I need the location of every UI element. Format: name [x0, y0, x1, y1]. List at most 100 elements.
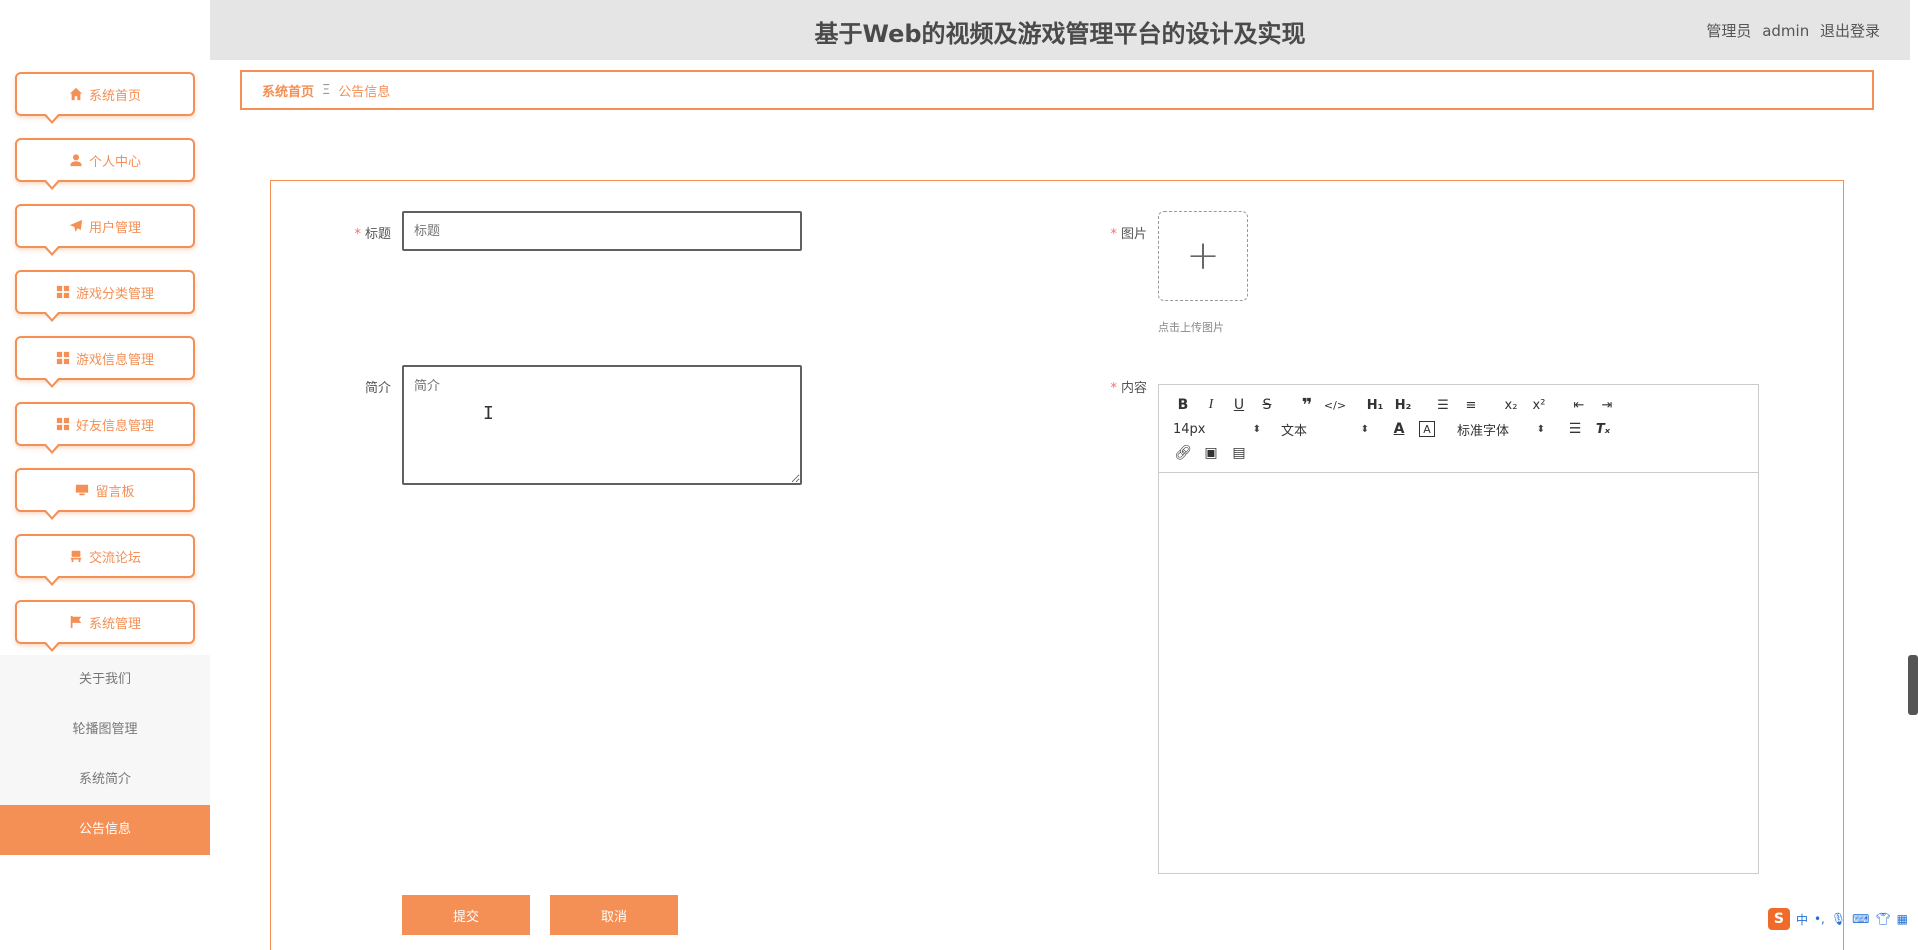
align-icon[interactable]: ☰ [1561, 417, 1589, 441]
outdent-icon[interactable]: ⇤ [1565, 393, 1593, 417]
microphone-icon[interactable]: 🎙︎ [1831, 912, 1846, 926]
font-size-value: 14px [1173, 422, 1206, 437]
intro-label: 简介 [291, 377, 391, 396]
submenu-item-carousel[interactable]: 轮播图管理 [0, 705, 210, 755]
plus-icon: + [1186, 236, 1220, 276]
sidebar-item-label: 游戏分类管理 [76, 283, 154, 302]
italic-icon[interactable]: I [1197, 393, 1225, 417]
code-icon[interactable]: </> [1321, 393, 1349, 417]
sidebar-item-label: 个人中心 [89, 151, 141, 170]
upload-tip: 点击上传图片 [1158, 319, 1224, 335]
intro-textarea[interactable] [402, 365, 802, 485]
sidebar-item-system[interactable]: 系统管理 [15, 600, 195, 644]
system-submenu: 关于我们 轮播图管理 系统简介 公告信息 [0, 655, 210, 855]
subscript-icon[interactable]: x₂ [1497, 393, 1525, 417]
blockquote-icon[interactable]: ❞ [1293, 393, 1321, 417]
clear-format-icon[interactable]: Tₓ [1589, 417, 1617, 441]
font-family-select[interactable]: 标准字体⬍ [1453, 417, 1549, 441]
content-label-text: 内容 [1121, 381, 1147, 396]
select-arrows-icon: ⬍ [1253, 424, 1261, 435]
heading1-icon[interactable]: H₁ [1361, 393, 1389, 417]
submenu-item-about[interactable]: 关于我们 [0, 655, 210, 705]
sogou-logo-icon: S [1768, 908, 1790, 930]
title-label: * 标题 [291, 223, 391, 242]
paper-plane-icon [69, 219, 83, 233]
grid-icon [56, 417, 70, 431]
monitor-icon [75, 483, 89, 497]
editor-toolbar: B I U S ❞ </> H₁ H₂ ☰ ≡ x₂ x² ⇤ ⇥ [1159, 385, 1758, 473]
grid-menu-icon[interactable]: ▦ [1897, 912, 1908, 926]
text-cursor-icon: I [483, 403, 494, 424]
block-type-value: 文本 [1281, 420, 1307, 439]
editor-content-area[interactable] [1159, 474, 1758, 873]
background-color-icon[interactable]: A [1419, 421, 1435, 437]
sidebar-item-profile[interactable]: 个人中心 [15, 138, 195, 182]
block-type-select[interactable]: 文本 ⬍ [1277, 417, 1373, 441]
sidebar-item-home[interactable]: 系统首页 [15, 72, 195, 116]
sidebar-item-game-category[interactable]: 游戏分类管理 [15, 270, 195, 314]
chinese-mode-icon[interactable]: 中 [1796, 911, 1808, 928]
link-icon[interactable]: 🔗︎ [1169, 441, 1197, 465]
grid-icon [56, 285, 70, 299]
required-mark: * [1110, 381, 1117, 396]
breadcrumb-home[interactable]: 系统首页 [262, 81, 314, 100]
sidebar-item-label: 好友信息管理 [76, 415, 154, 434]
sidebar-item-users[interactable]: 用户管理 [15, 204, 195, 248]
sidebar-item-game-info[interactable]: 游戏信息管理 [15, 336, 195, 380]
page-title: 基于Web的视频及游戏管理平台的设计及实现 [210, 14, 1910, 49]
sidebar-item-label: 用户管理 [89, 217, 141, 236]
scrollbar-thumb[interactable] [1908, 655, 1918, 715]
underline-icon[interactable]: U [1225, 393, 1253, 417]
chair-icon [69, 549, 83, 563]
breadcrumb-separator: Ξ [322, 83, 330, 98]
submenu-item-announcements[interactable]: 公告信息 [0, 805, 210, 855]
select-arrows-icon: ⬍ [1361, 424, 1369, 435]
breadcrumb: 系统首页 Ξ 公告信息 [240, 70, 1874, 110]
content-label: * 内容 [1047, 377, 1147, 396]
skin-icon[interactable]: 👕︎ [1875, 912, 1890, 926]
announcement-form: * 标题 简介 I * 图片 + 点击上传图片 * 内容 B I U S ❞ </> … [270, 180, 1844, 950]
indent-icon[interactable]: ⇥ [1593, 393, 1621, 417]
ime-toolbar: S 中 •, 🎙︎ ⌨ 👕︎ ▦ [1768, 908, 1908, 930]
title-label-text: 标题 [365, 227, 391, 242]
bullet-list-icon[interactable]: ≡ [1457, 393, 1485, 417]
sidebar-item-message-board[interactable]: 留言板 [15, 468, 195, 512]
image-icon[interactable]: ▣ [1197, 441, 1225, 465]
sidebar-item-label: 留言板 [95, 481, 134, 500]
username: admin [1762, 22, 1809, 40]
intro-label-text: 简介 [365, 381, 391, 396]
sidebar-item-friends[interactable]: 好友信息管理 [15, 402, 195, 446]
title-input[interactable] [402, 211, 802, 251]
image-label-text: 图片 [1121, 227, 1147, 242]
font-size-select[interactable]: 14px ⬍ [1169, 417, 1265, 441]
sidebar-item-label: 游戏信息管理 [76, 349, 154, 368]
image-label: * 图片 [1047, 223, 1147, 242]
heading2-icon[interactable]: H₂ [1389, 393, 1417, 417]
video-icon[interactable]: ▤ [1225, 441, 1253, 465]
sidebar-item-label: 系统管理 [89, 613, 141, 632]
breadcrumb-current: 公告信息 [338, 81, 390, 100]
required-mark: * [354, 227, 361, 242]
ordered-list-icon[interactable]: ☰ [1429, 393, 1457, 417]
rich-text-editor: B I U S ❞ </> H₁ H₂ ☰ ≡ x₂ x² ⇤ ⇥ [1158, 384, 1759, 874]
font-color-icon[interactable]: A [1385, 417, 1413, 441]
sidebar-item-forum[interactable]: 交流论坛 [15, 534, 195, 578]
user-info: 管理员 admin 退出登录 [1706, 20, 1880, 41]
submenu-item-system-intro[interactable]: 系统简介 [0, 755, 210, 805]
home-icon [69, 87, 83, 101]
bold-icon[interactable]: B [1169, 393, 1197, 417]
image-upload-button[interactable]: + [1158, 211, 1248, 301]
user-role: 管理员 [1706, 22, 1751, 40]
submit-button[interactable]: 提交 [402, 895, 530, 935]
punctuation-icon[interactable]: •, [1814, 912, 1825, 926]
sidebar-item-label: 系统首页 [89, 85, 141, 104]
header: 基于Web的视频及游戏管理平台的设计及实现 管理员 admin 退出登录 [210, 0, 1910, 60]
sidebar-item-label: 交流论坛 [89, 547, 141, 566]
superscript-icon[interactable]: x² [1525, 393, 1553, 417]
sidebar: 系统首页 个人中心 用户管理 游戏分类管理 游戏信息管理 好友信息管理 留言板 … [0, 0, 210, 936]
cancel-button[interactable]: 取消 [550, 895, 678, 935]
strikethrough-icon[interactable]: S [1253, 393, 1281, 417]
logout-link[interactable]: 退出登录 [1820, 22, 1880, 40]
required-mark: * [1110, 227, 1117, 242]
keyboard-icon[interactable]: ⌨ [1852, 912, 1869, 926]
